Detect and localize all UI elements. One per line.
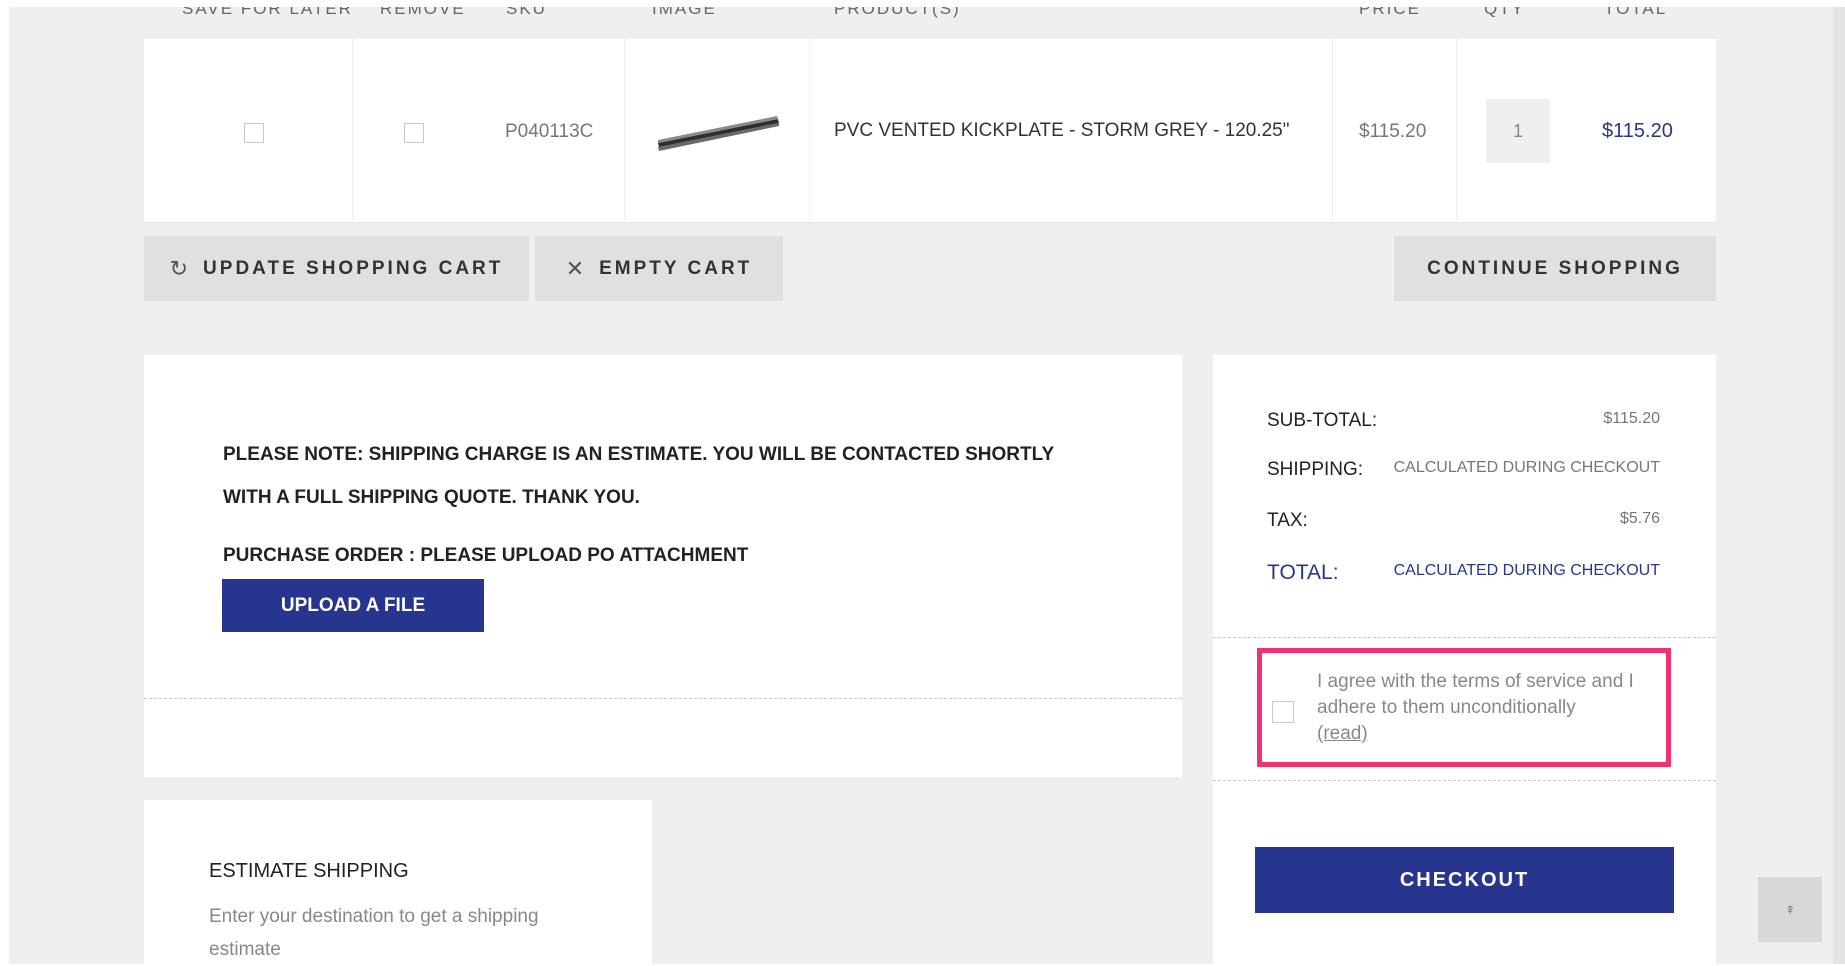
save-for-later-checkbox[interactable] [244,123,264,143]
total-value: CALCULATED DURING CHECKOUT [1393,562,1660,579]
remove-checkbox[interactable] [404,123,424,143]
back-to-top-button[interactable]: ⇞ [1758,877,1822,942]
terms-text: I agree with the terms of service and I … [1317,669,1667,747]
empty-cart-button[interactable]: ✕ EMPTY CART [535,236,783,301]
update-cart-button[interactable]: ↻ UPDATE SHOPPING CART [144,236,529,301]
empty-cart-label: EMPTY CART [599,257,753,279]
close-icon: ✕ [565,255,588,281]
quantity-input[interactable]: 1 [1486,99,1550,163]
terms-agreement-label: I agree with the terms of service and I … [1317,671,1634,718]
tax-label: TAX: [1267,510,1308,531]
divider [1213,637,1716,638]
product-price: $115.20 [1359,121,1427,142]
scrollbar-track[interactable] [1833,7,1845,964]
update-cart-label: UPDATE SHOPPING CART [203,257,504,279]
tax-value: $5.76 [1619,510,1660,527]
order-totals-panel: SUB-TOTAL: $115.20 SHIPPING: CALCULATED … [1213,355,1716,964]
cart-table-header: SAVE FOR LATER REMOVE SKU IMAGE PRODUCT(… [144,7,1716,39]
header-save-for-later: SAVE FOR LATER [182,7,353,18]
product-image[interactable] [654,109,784,159]
divider [1213,780,1716,781]
row-total: $115.20 [1602,120,1673,142]
terms-checkbox[interactable] [1272,701,1294,723]
continue-shopping-button[interactable]: CONTINUE SHOPPING [1394,236,1716,301]
subtotal-label: SUB-TOTAL: [1267,410,1378,431]
refresh-icon: ↻ [169,255,192,281]
arrow-up-icon: ⇞ [1784,902,1796,917]
column-divider [1456,39,1457,222]
header-qty: QTY [1484,7,1525,18]
header-remove: REMOVE [380,7,466,18]
product-sku: P040113C [505,121,594,142]
terms-highlight-box: I agree with the terms of service and I … [1257,648,1671,767]
upload-file-button[interactable]: UPLOAD A FILE [222,579,484,632]
column-divider [624,39,625,222]
estimate-shipping-title[interactable]: ESTIMATE SHIPPING [209,860,409,883]
shipping-value: CALCULATED DURING CHECKOUT [1393,459,1660,476]
header-image: IMAGE [652,7,717,18]
header-price: PRICE [1359,7,1421,18]
divider [144,698,1182,699]
po-upload-label: PURCHASE ORDER : PLEASE UPLOAD PO ATTACH… [223,545,749,566]
table-row: P040113C PVC VENTED KICKPLATE - STORM GR… [144,39,1716,223]
total-label: TOTAL: [1267,561,1339,584]
shipping-label: SHIPPING: [1267,459,1364,480]
terms-read-link[interactable]: (read) [1317,723,1368,744]
estimate-shipping-subtitle: Enter your destination to get a shipping… [209,906,539,960]
column-divider [352,39,353,222]
header-sku: SKU [506,7,547,18]
shipping-note-text: PLEASE NOTE: SHIPPING CHARGE IS AN ESTIM… [223,444,1054,508]
checkout-button[interactable]: CHECKOUT [1255,847,1674,913]
shipping-note-panel: PLEASE NOTE: SHIPPING CHARGE IS AN ESTIM… [144,355,1182,777]
continue-shopping-label: CONTINUE SHOPPING [1427,257,1683,279]
subtotal-value: $115.20 [1603,410,1660,427]
header-products: PRODUCT(S) [834,7,961,18]
column-divider [809,39,810,222]
product-name-link[interactable]: PVC VENTED KICKPLATE - STORM GREY - 120.… [834,120,1290,142]
header-total: TOTAL [1604,7,1668,18]
estimate-shipping-panel: ESTIMATE SHIPPING Enter your destination… [144,800,652,964]
column-divider [1332,39,1333,222]
